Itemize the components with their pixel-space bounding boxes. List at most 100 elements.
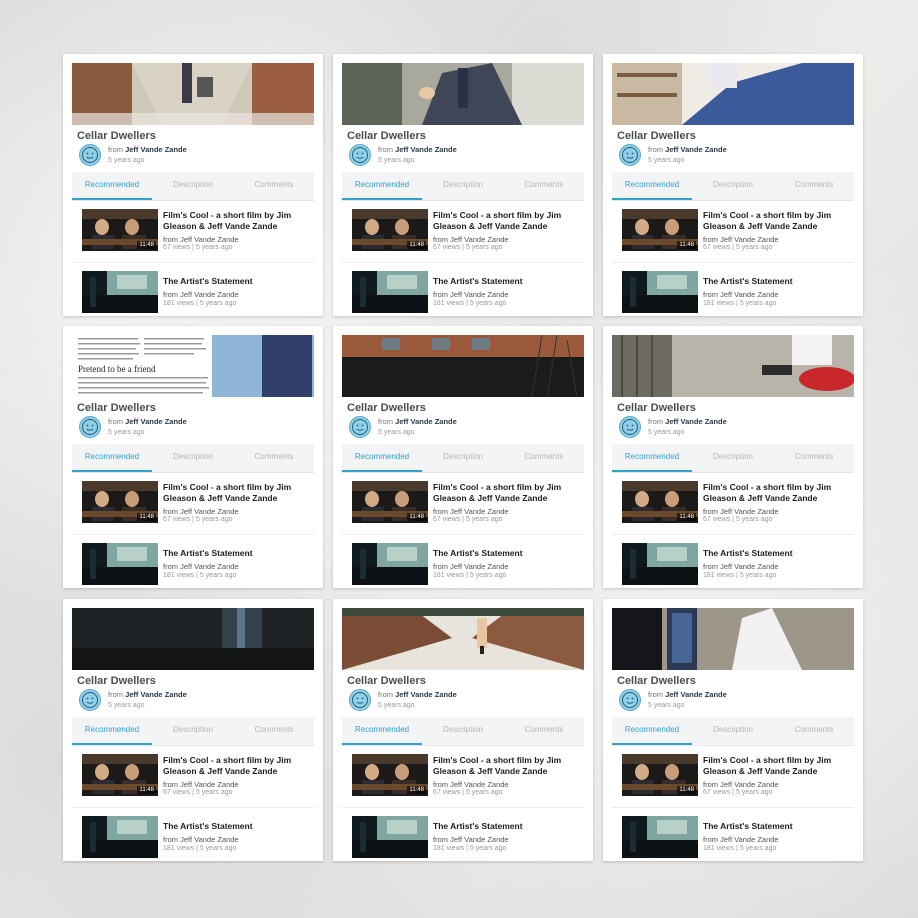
user-avatar[interactable] [619,689,641,711]
item-title[interactable]: Film's Cool - a short film by Jim Gleaso… [703,482,853,503]
item-thumbnail[interactable]: 11:48 [622,754,698,796]
list-item[interactable]: 11:48 Film's Cool - a short film by Jim G… [612,206,854,254]
tab-recommended[interactable]: Recommended [612,444,692,472]
item-title[interactable]: The Artist's Statement [703,276,853,287]
tab-description[interactable]: Description [153,172,233,198]
item-title[interactable]: The Artist's Statement [433,276,583,287]
list-item[interactable]: The Artist's Statement from Jeff Vande Za… [612,540,854,588]
item-title[interactable]: The Artist's Statement [433,548,583,559]
tab-description[interactable]: Description [153,717,233,743]
video-thumbnail[interactable] [342,335,584,397]
tab-recommended[interactable]: Recommended [342,172,422,200]
tab-comments[interactable]: Comments [504,717,584,743]
video-thumbnail[interactable] [342,608,584,670]
list-item[interactable]: The Artist's Statement from Jeff Vande Za… [72,268,314,316]
video-title[interactable]: Cellar Dwellers [347,402,426,414]
tab-recommended[interactable]: Recommended [72,444,152,472]
user-avatar[interactable] [79,689,101,711]
list-item[interactable]: 11:48 Film's Cool - a short film by Jim G… [342,206,584,254]
item-title[interactable]: Film's Cool - a short film by Jim Gleaso… [703,755,853,776]
tab-description[interactable]: Description [693,444,773,470]
item-title[interactable]: Film's Cool - a short film by Jim Gleaso… [433,210,583,231]
video-thumbnail[interactable] [612,608,854,670]
tab-description[interactable]: Description [423,444,503,470]
tab-description[interactable]: Description [693,717,773,743]
list-item[interactable]: The Artist's Statement from Jeff Vande Za… [342,813,584,861]
item-title[interactable]: The Artist's Statement [163,548,313,559]
tab-recommended[interactable]: Recommended [72,172,152,200]
item-thumbnail[interactable] [622,271,698,313]
author-link[interactable]: Jeff Vande Zande [395,417,457,426]
item-title[interactable]: Film's Cool - a short film by Jim Gleaso… [703,210,853,231]
video-thumbnail[interactable] [612,63,854,125]
author-link[interactable]: Jeff Vande Zande [665,417,727,426]
video-thumbnail[interactable] [72,608,314,670]
author-link[interactable]: Jeff Vande Zande [665,690,727,699]
item-thumbnail[interactable]: 11:48 [622,481,698,523]
item-thumbnail[interactable]: 11:48 [82,754,158,796]
list-item[interactable]: The Artist's Statement from Jeff Vande Za… [612,268,854,316]
user-avatar[interactable] [79,416,101,438]
author-link[interactable]: Jeff Vande Zande [395,145,457,154]
item-thumbnail[interactable]: 11:48 [82,209,158,251]
item-title[interactable]: Film's Cool - a short film by Jim Gleaso… [163,210,313,231]
user-avatar[interactable] [349,144,371,166]
item-thumbnail[interactable]: 11:48 [352,209,428,251]
item-title[interactable]: The Artist's Statement [163,276,313,287]
item-thumbnail[interactable] [352,816,428,858]
author-link[interactable]: Jeff Vande Zande [125,145,187,154]
tab-comments[interactable]: Comments [234,172,314,198]
item-thumbnail[interactable] [82,543,158,585]
video-title[interactable]: Cellar Dwellers [347,130,426,142]
item-thumbnail[interactable]: 11:48 [622,209,698,251]
tab-recommended[interactable]: Recommended [342,717,422,745]
tab-comments[interactable]: Comments [774,444,854,470]
list-item[interactable]: 11:48 Film's Cool - a short film by Jim G… [72,478,314,526]
list-item[interactable]: 11:48 Film's Cool - a short film by Jim G… [342,751,584,799]
tab-comments[interactable]: Comments [504,172,584,198]
list-item[interactable]: 11:48 Film's Cool - a short film by Jim G… [72,751,314,799]
user-avatar[interactable] [349,416,371,438]
video-title[interactable]: Cellar Dwellers [77,130,156,142]
video-title[interactable]: Cellar Dwellers [617,675,696,687]
list-item[interactable]: 11:48 Film's Cool - a short film by Jim G… [72,206,314,254]
tab-description[interactable]: Description [423,172,503,198]
video-title[interactable]: Cellar Dwellers [617,402,696,414]
tab-comments[interactable]: Comments [504,444,584,470]
video-thumbnail[interactable] [72,63,314,125]
list-item[interactable]: 11:48 Film's Cool - a short film by Jim G… [612,751,854,799]
tab-recommended[interactable]: Recommended [72,717,152,745]
item-thumbnail[interactable] [622,543,698,585]
item-thumbnail[interactable] [82,816,158,858]
item-title[interactable]: Film's Cool - a short film by Jim Gleaso… [433,755,583,776]
author-link[interactable]: Jeff Vande Zande [665,145,727,154]
item-thumbnail[interactable]: 11:48 [352,481,428,523]
tab-description[interactable]: Description [693,172,773,198]
video-title[interactable]: Cellar Dwellers [77,675,156,687]
list-item[interactable]: The Artist's Statement from Jeff Vande Za… [72,540,314,588]
list-item[interactable]: The Artist's Statement from Jeff Vande Za… [342,540,584,588]
item-thumbnail[interactable] [82,271,158,313]
user-avatar[interactable] [349,689,371,711]
author-link[interactable]: Jeff Vande Zande [125,417,187,426]
list-item[interactable]: The Artist's Statement from Jeff Vande Za… [72,813,314,861]
list-item[interactable]: The Artist's Statement from Jeff Vande Za… [342,268,584,316]
video-title[interactable]: Cellar Dwellers [617,130,696,142]
tab-recommended[interactable]: Recommended [612,172,692,200]
item-title[interactable]: The Artist's Statement [703,821,853,832]
item-title[interactable]: Film's Cool - a short film by Jim Gleaso… [163,755,313,776]
tab-description[interactable]: Description [153,444,233,470]
tab-recommended[interactable]: Recommended [612,717,692,745]
tab-comments[interactable]: Comments [774,717,854,743]
user-avatar[interactable] [79,144,101,166]
item-title[interactable]: The Artist's Statement [163,821,313,832]
list-item[interactable]: 11:48 Film's Cool - a short film by Jim G… [612,478,854,526]
item-thumbnail[interactable] [352,543,428,585]
video-title[interactable]: Cellar Dwellers [347,675,426,687]
item-title[interactable]: Film's Cool - a short film by Jim Gleaso… [163,482,313,503]
item-thumbnail[interactable] [352,271,428,313]
item-thumbnail[interactable]: 11:48 [82,481,158,523]
author-link[interactable]: Jeff Vande Zande [125,690,187,699]
user-avatar[interactable] [619,144,641,166]
video-title[interactable]: Cellar Dwellers [77,402,156,414]
